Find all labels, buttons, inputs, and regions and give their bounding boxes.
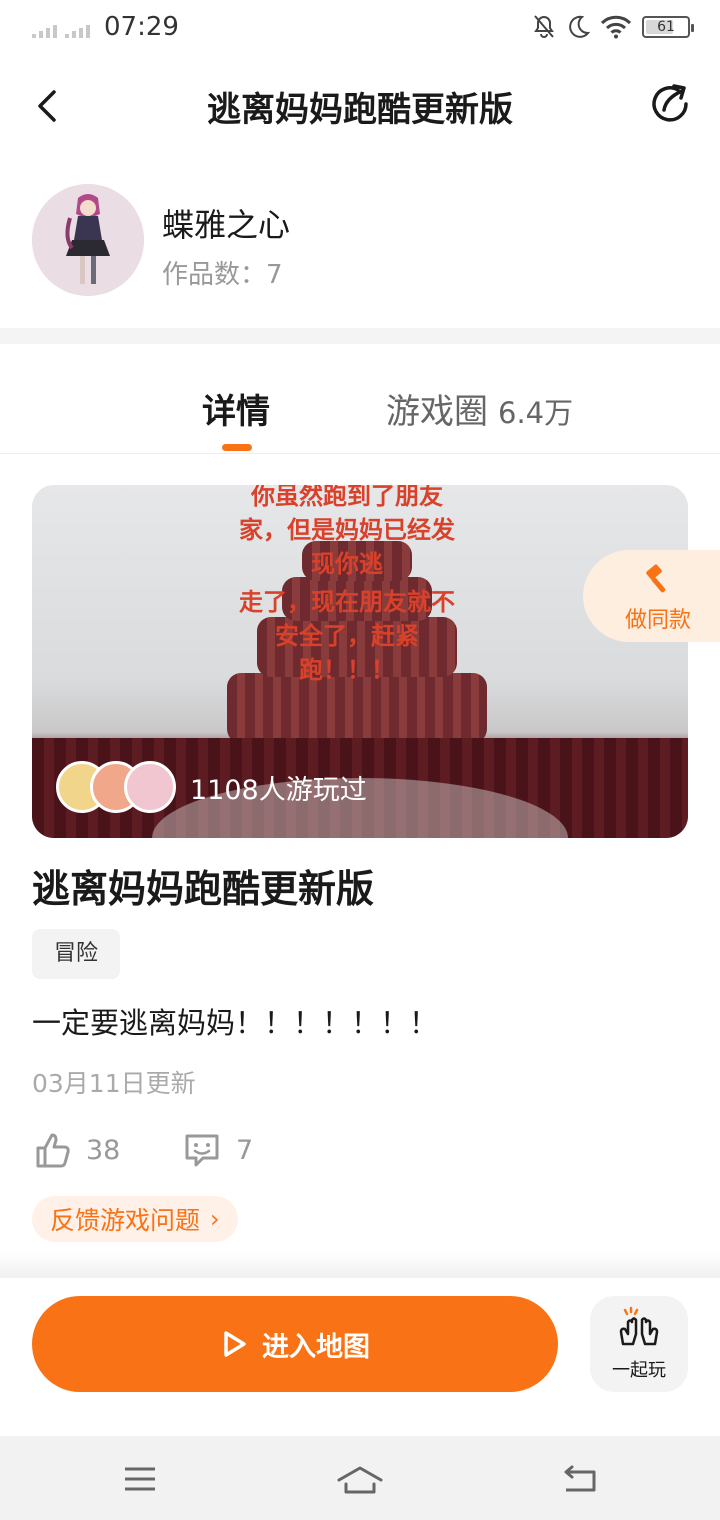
battery-indicator: 61	[642, 16, 694, 38]
author-section[interactable]: 蝶雅之心 作品数：7	[0, 172, 720, 312]
update-date: 03月11日更新	[32, 1069, 196, 1098]
game-description: 一定要逃离妈妈！！！！！！！	[32, 1006, 439, 1040]
chevron-right-icon: ›	[210, 1205, 220, 1233]
comment-icon	[185, 1134, 219, 1167]
tab-game-circle-count: 6.4万	[498, 396, 574, 430]
hammer-icon	[646, 564, 666, 593]
back-nav-icon[interactable]	[560, 1464, 598, 1494]
players-count: 1108人游玩过	[190, 774, 367, 806]
tab-detail[interactable]: 详情	[202, 384, 270, 433]
comment-count: 7	[236, 1134, 254, 1166]
system-nav-bar	[0, 1436, 720, 1520]
moon-icon	[569, 15, 590, 38]
page-title: 逃离妈妈跑酷更新版	[207, 90, 513, 130]
like-button[interactable]: 38	[32, 1130, 120, 1170]
thumbs-up-icon	[36, 1133, 70, 1168]
make-same-button[interactable]: 做同款	[583, 550, 720, 642]
play-icon	[224, 1331, 246, 1357]
comment-button[interactable]: 7	[182, 1130, 253, 1170]
share-button[interactable]	[648, 82, 694, 128]
avatar-character-image	[32, 184, 144, 296]
wifi-icon	[600, 15, 632, 39]
section-divider	[0, 328, 720, 344]
tab-bar: 详情 游戏圈 6.4万	[0, 344, 720, 454]
like-count: 38	[86, 1134, 121, 1166]
game-cover[interactable]: 你虽然跑到了朋友家，但是妈妈已经发现你逃 走了，现在朋友就不安全了，赶紧跑！！！…	[32, 485, 688, 838]
tab-game-circle-label: 游戏圈	[386, 392, 488, 432]
avatar[interactable]	[32, 184, 144, 296]
play-together-button[interactable]: 一起玩	[590, 1296, 688, 1392]
feedback-button[interactable]: 反馈游戏问题 ›	[32, 1196, 238, 1242]
mute-bell-icon	[534, 15, 554, 38]
home-icon[interactable]	[336, 1464, 384, 1496]
cover-caption-line2: 走了，现在朋友就不安全了，赶紧跑！！！	[239, 588, 455, 684]
tab-indicator	[222, 444, 252, 451]
high-five-icon	[619, 1306, 659, 1346]
make-same-label: 做同款	[625, 608, 692, 633]
status-bar: 07:29 61	[0, 0, 720, 60]
title-bar: 逃离妈妈跑酷更新版	[0, 60, 720, 152]
author-name[interactable]: 蝶雅之心	[162, 200, 290, 246]
tab-game-circle[interactable]: 游戏圈 6.4万	[386, 384, 573, 433]
player-avatar	[124, 761, 176, 813]
bottom-divider	[0, 1252, 720, 1278]
game-title: 逃离妈妈跑酷更新版	[32, 867, 375, 911]
players-summary: 1108人游玩过	[56, 761, 367, 813]
status-time: 07:29	[104, 12, 179, 42]
menu-icon[interactable]	[122, 1464, 158, 1494]
genre-tag[interactable]: 冒险	[32, 929, 121, 979]
works-count: 作品数：7	[162, 260, 283, 290]
feedback-label: 反馈游戏问题	[50, 1206, 201, 1235]
enter-map-label: 进入地图	[262, 1331, 370, 1363]
play-together-label: 一起玩	[612, 1360, 666, 1381]
share-icon	[652, 84, 688, 122]
enter-map-button[interactable]: 进入地图	[32, 1296, 558, 1392]
cover-caption-line1: 你虽然跑到了朋友家，但是妈妈已经发现你逃	[239, 485, 455, 578]
signal-icon	[32, 22, 90, 38]
cover-caption: 你虽然跑到了朋友家，但是妈妈已经发现你逃 走了，现在朋友就不安全了，赶紧跑！！！	[232, 485, 462, 687]
